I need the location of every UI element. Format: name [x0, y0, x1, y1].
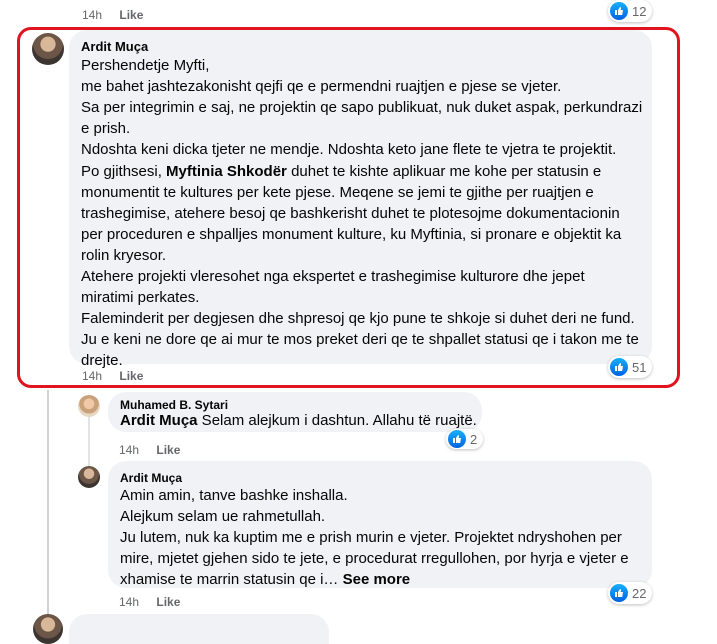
avatar[interactable] [32, 33, 64, 65]
reaction-count[interactable]: 51 [608, 356, 653, 378]
timestamp: 14h [82, 369, 103, 383]
text-line: rolin kryesor. [81, 247, 167, 264]
text-line: me bahet jashtezakonisht qejfi qe e perm… [81, 78, 562, 95]
comment-author[interactable]: Ardit Muça [81, 39, 148, 54]
reply-meta: 14h Like [119, 443, 180, 457]
see-more-link[interactable]: See more [343, 571, 411, 588]
reply-author[interactable]: Muhamed B. Sytari [120, 398, 228, 412]
thumbs-up-icon [610, 584, 628, 602]
timestamp: 14h [82, 8, 103, 22]
avatar[interactable] [78, 466, 100, 488]
text-line: Ju e keni ne dore qe ai mur te mos preke… [81, 331, 639, 348]
reaction-count[interactable]: 2 [446, 429, 484, 449]
timestamp: 14h [119, 595, 140, 609]
like-button[interactable]: Like [119, 8, 143, 22]
text-line: per proceduren e shpalljes monument kult… [81, 226, 622, 243]
text-line: drejte. [81, 352, 123, 369]
timestamp: 14h [119, 443, 140, 457]
reaction-number: 2 [470, 431, 478, 447]
text-line: trashegimise, atehere besoj qe bashkeris… [81, 205, 620, 222]
text-line: Alejkum selam ue rahmetullah. [120, 508, 326, 525]
thumbs-up-icon [610, 2, 628, 20]
text-line: Sa per integrimin e saj, ne projektin qe… [81, 99, 643, 116]
text-line: Atehere projekti vleresohet nga eksperte… [81, 268, 585, 285]
text-segment: Selam alejkum i dashtun. Allahu të ruajt… [197, 412, 477, 429]
avatar[interactable] [78, 395, 100, 417]
text-line: Ndoshta keni dicka tjeter ne mendje. Ndo… [81, 141, 617, 158]
reply-meta: 14h Like [119, 595, 180, 609]
avatar[interactable] [33, 614, 63, 644]
text-line: Amin amin, tanve bashke inshalla. [120, 487, 348, 504]
user-tag[interactable]: Ardit Muça [120, 412, 198, 429]
text-line: mire, mjetet gjehen sido te jete, e proc… [120, 550, 629, 567]
like-button[interactable]: Like [156, 595, 180, 609]
text-segment: duhet te kishte aplikuar me kohe per sta… [286, 163, 602, 180]
reaction-count[interactable]: 22 [608, 582, 653, 604]
like-button[interactable]: Like [156, 443, 180, 457]
text-line: miratimi perkates. [81, 289, 200, 306]
reply-bubble: Muhamed B. Sytari Ardit Muça Selam alejk… [108, 392, 482, 432]
thread-line [47, 390, 49, 624]
text-segment: Po gjithsesi, [81, 163, 167, 180]
text-line: Ju lutem, nuk ka kuptim me e prish murin… [120, 529, 622, 546]
reply-bubble: Ardit Muça Amin amin, tanve bashke insha… [108, 461, 652, 588]
reply-author[interactable]: Ardit Muça [120, 471, 182, 485]
reply-text: Amin amin, tanve bashke inshalla. Alejku… [120, 485, 650, 590]
comment-paragraph-1: Pershendetje Myfti, me bahet jashtezakon… [81, 55, 651, 160]
text-segment: xhamise te marrin statusin qe i… [120, 571, 339, 588]
reaction-number: 12 [632, 3, 647, 19]
text-line: e prish. [81, 120, 131, 137]
text-line: Faleminderit per degjesen dhe shpresoj q… [81, 310, 635, 327]
text-line: Po gjithsesi, Myftinia Shkodër duhet te … [81, 161, 651, 182]
prev-comment-meta: 14h Like [82, 8, 143, 22]
text-line: Pershendetje Myfti, [81, 57, 210, 74]
reaction-count[interactable]: 12 [608, 0, 653, 22]
thumbs-up-icon [610, 358, 628, 376]
thumbs-up-icon [448, 430, 466, 448]
comment-paragraph-2: Po gjithsesi, Myftinia Shkodër duhet te … [81, 161, 651, 371]
comment-meta: 14h Like [82, 369, 143, 383]
comment-bubble [69, 614, 329, 644]
text-line: monumentit te kultures per kete pjese. M… [81, 184, 594, 201]
text-line: xhamise te marrin statusin qe i… See mor… [120, 569, 650, 590]
comment-bubble: Ardit Muça Pershendetje Myfti, me bahet … [69, 30, 652, 369]
reaction-number: 51 [632, 359, 647, 375]
like-button[interactable]: Like [119, 369, 143, 383]
reply-text: Ardit Muça Selam alejkum i dashtun. Alla… [120, 412, 477, 429]
reaction-number: 22 [632, 585, 647, 601]
page-tag[interactable]: Myftinia Shkodër [166, 163, 287, 180]
